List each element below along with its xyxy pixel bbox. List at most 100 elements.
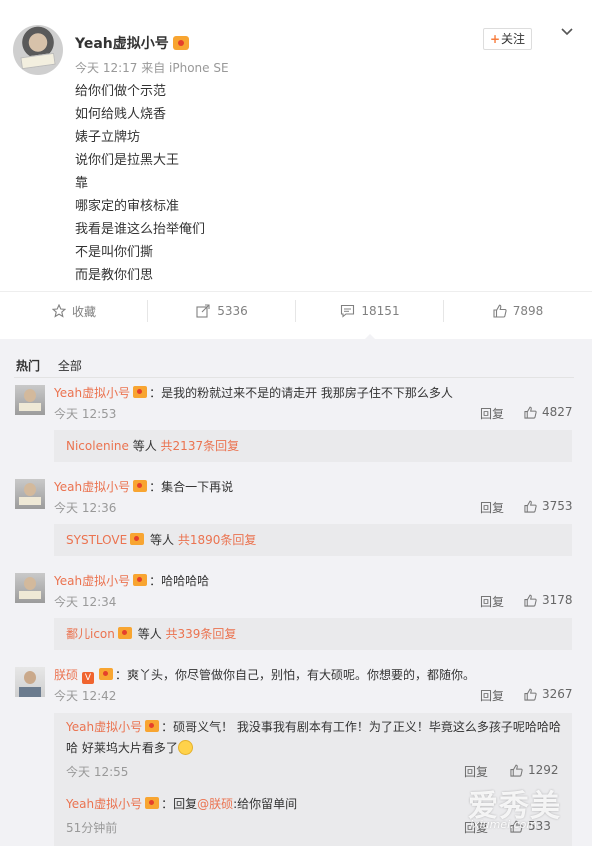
author-name[interactable]: Yeah虚拟小号: [75, 33, 189, 53]
vip-badge-icon: [117, 627, 132, 639]
vip-badge-icon: [145, 720, 160, 732]
repost-button[interactable]: 5336: [148, 292, 296, 330]
subreply-body: ：硕哥义气！ 我没事我有剧本有工作！为了正义！毕竟这么多孩子呢哈哈哈: [161, 720, 561, 734]
comment-body: ：是我的粉就过来不是的请走开 我那房子住不下那么多人: [149, 386, 453, 400]
thread-count: 共1890条回复: [177, 533, 257, 547]
mention-link[interactable]: @朕硕: [197, 797, 233, 811]
commenter-avatar[interactable]: [15, 573, 45, 603]
thread-count: 共339条回复: [165, 627, 237, 641]
comment-like-button[interactable]: 3753: [524, 499, 573, 513]
comment-like-button[interactable]: 3178: [524, 593, 573, 607]
thread-user: Nicolenine: [66, 439, 129, 453]
post-line: 婊子立牌坊: [75, 130, 141, 145]
like-button[interactable]: 7898: [444, 292, 592, 330]
favorite-button[interactable]: 收藏: [0, 292, 148, 330]
author-name-text[interactable]: Yeah虚拟小号: [75, 36, 169, 52]
commenter-avatar[interactable]: [15, 667, 45, 697]
plus-icon: +: [489, 32, 501, 46]
laughing-emoji-icon: [177, 740, 193, 755]
thumbs-up-icon: [524, 500, 537, 513]
thread-mid: 等人: [146, 533, 178, 547]
thread-mid: 等人: [133, 627, 166, 641]
commenter-name[interactable]: 朕硕: [54, 668, 78, 682]
tab-hot[interactable]: 热门: [16, 359, 40, 373]
thread-count: 共2137条回复: [160, 439, 240, 453]
comment-like-button[interactable]: 4827: [524, 405, 573, 419]
post-line: 我看是谁这么抬举俺们: [75, 222, 206, 237]
reply-button[interactable]: 回复: [480, 405, 504, 422]
post-line: 如何给贱人烧香: [75, 107, 167, 122]
site-watermark-url: ixiumei.com: [470, 818, 538, 831]
commenter-avatar[interactable]: [15, 385, 45, 415]
divider: [14, 377, 574, 378]
author-avatar[interactable]: [13, 25, 63, 75]
post-action-bar: 收藏 5336 18151 7898: [0, 291, 592, 340]
vip-badge-icon: [133, 480, 148, 492]
commenter-name[interactable]: Yeah虚拟小号: [66, 720, 142, 734]
reply-thread-link[interactable]: Nicolenine 等人 共2137条回复: [54, 430, 572, 462]
comment-time: 51分钟前: [66, 821, 118, 835]
comment-like-button[interactable]: 3267: [524, 687, 573, 701]
thumbs-up-icon: [524, 594, 537, 607]
comment-count: 18151: [361, 304, 400, 318]
reply-button[interactable]: 回复: [480, 499, 504, 516]
comment-section: 热门 全部 Yeah虚拟小号 ：是我的粉就过来不是的请走开 我那房子住不下那么多人…: [0, 339, 592, 846]
comment-like-button[interactable]: 1292: [510, 763, 559, 777]
comment-button[interactable]: 18151: [296, 292, 444, 340]
reply-button[interactable]: 回复: [480, 593, 504, 610]
favorite-label: 收藏: [71, 304, 96, 319]
follow-label: 关注: [501, 32, 526, 46]
post-body: 给你们做个示范 如何给贱人烧香 婊子立牌坊 说你们是拉黑大王 靠 哪家定的审核标…: [75, 80, 205, 287]
vip-badge-icon: [133, 386, 148, 398]
post-line: 靠: [75, 176, 89, 191]
reply-thread-link[interactable]: SYSTLOVE 等人 共1890条回复: [54, 524, 572, 556]
comment-text: Yeah虚拟小号 ：是我的粉就过来不是的请走开 我那房子住不下那么多人: [54, 384, 453, 401]
thread-user: SYSTLOVE: [66, 533, 128, 547]
comment-tabs: 热门 全部: [16, 357, 96, 374]
reply-button[interactable]: 回复: [464, 763, 488, 780]
vip-badge-icon: [145, 797, 160, 809]
repost-icon: [196, 304, 210, 318]
comment-time: 今天 12:36: [54, 501, 117, 515]
like-count: 3753: [542, 499, 573, 513]
commenter-name[interactable]: Yeah虚拟小号: [66, 797, 142, 811]
commenter-name[interactable]: Yeah虚拟小号: [54, 574, 130, 588]
thread-user: 鄱儿icon: [66, 627, 115, 641]
commenter-name[interactable]: Yeah虚拟小号: [54, 386, 130, 400]
vip-badge-icon: [99, 668, 114, 680]
follow-button[interactable]: +关注: [483, 28, 532, 50]
like-count: 3178: [542, 593, 573, 607]
comment-text: Yeah虚拟小号 ：哈哈哈哈: [54, 572, 209, 589]
vip-badge-icon: [172, 36, 189, 50]
commenter-avatar[interactable]: [15, 479, 45, 509]
comment-time: 今天 12:55: [66, 765, 129, 779]
like-count: 7898: [512, 304, 544, 318]
like-count: 1292: [528, 763, 559, 777]
thumbs-up-icon: [524, 406, 537, 419]
like-count: 3267: [542, 687, 573, 701]
comment-text: Yeah虚拟小号 ：集合一下再说: [54, 478, 233, 495]
comment-body: ：哈哈哈哈: [149, 574, 210, 588]
chevron-down-icon[interactable]: [561, 26, 573, 38]
thumbs-up-icon: [524, 688, 537, 701]
thumbs-up-icon: [510, 764, 523, 777]
post-line: 给你们做个示范: [75, 84, 167, 99]
post-meta: 今天 12:17 来自 iPhone SE: [75, 61, 229, 75]
post-line: 哪家定的审核标准: [75, 199, 180, 214]
comment-time: 今天 12:53: [54, 407, 117, 421]
subreply-body: :给你留单间: [233, 797, 298, 811]
comment-body: ：集合一下再说: [149, 480, 234, 494]
subreply-prefix: ：回复: [161, 797, 198, 811]
comment-time: 今天 12:34: [54, 595, 117, 609]
thumbs-up-icon: [493, 304, 507, 318]
weibo-post: Yeah虚拟小号 今天 12:17 来自 iPhone SE +关注 给你们做个…: [0, 0, 592, 290]
verified-icon: V: [82, 672, 95, 684]
comment-body: ：爽丫头，你尽管做你自己，别怕，有大硕呢。你想要的，都随你。: [115, 668, 476, 682]
commenter-name[interactable]: Yeah虚拟小号: [54, 480, 130, 494]
tab-all[interactable]: 全部: [58, 359, 82, 373]
reply-button[interactable]: 回复: [480, 687, 504, 704]
post-line: 不是叫你们撕: [75, 245, 154, 260]
reply-thread-link[interactable]: 鄱儿icon 等人 共339条回复: [54, 618, 572, 650]
comment-time: 今天 12:42: [54, 689, 117, 703]
thread-mid: 等人: [128, 439, 161, 453]
